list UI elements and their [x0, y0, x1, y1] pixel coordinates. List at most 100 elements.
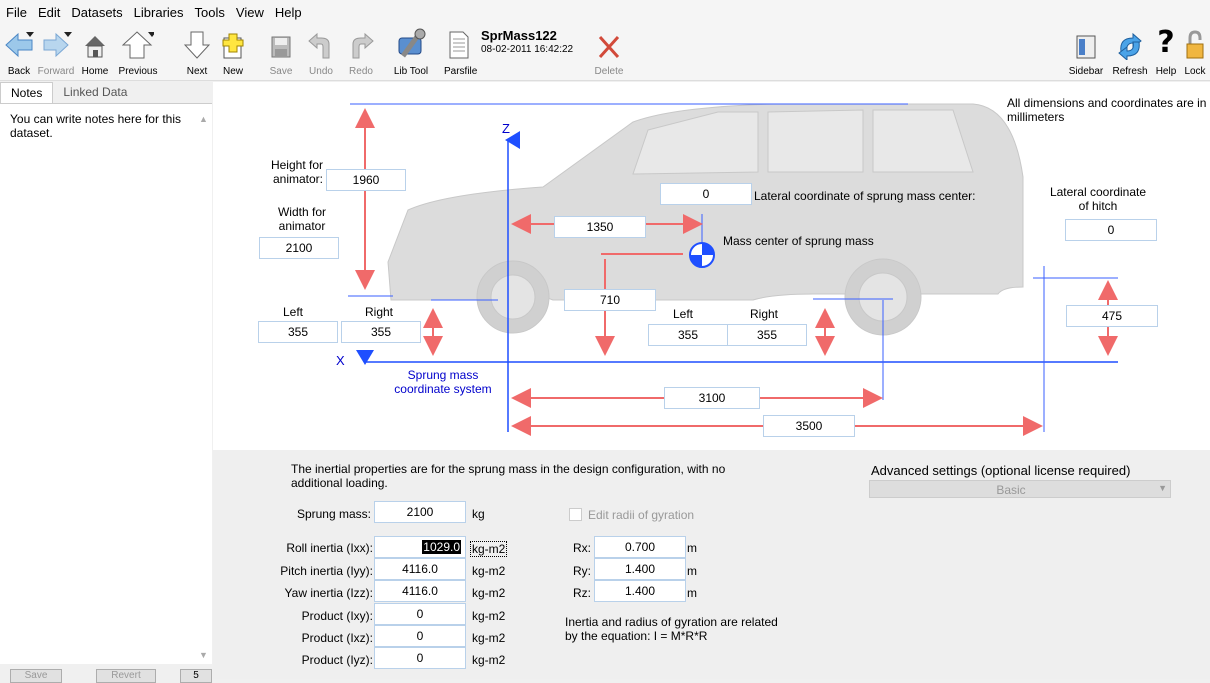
menu-edit[interactable]: Edit [38, 5, 60, 20]
notes-buttons: Save Revert 5 [0, 664, 212, 683]
inertia-panel: The inertial properties are for the spru… [213, 450, 1210, 679]
previous-button[interactable]: Previous [116, 26, 160, 77]
width-field[interactable]: 2100 [259, 237, 339, 259]
back-button[interactable]: Back [4, 26, 34, 77]
rear-right-label: Right [750, 307, 779, 321]
menu-view[interactable]: View [236, 5, 264, 20]
document-icon [444, 26, 474, 60]
height-label: Height for animator: [270, 158, 323, 186]
tab-notes[interactable]: Notes [0, 82, 54, 103]
down-arrow-icon [182, 26, 212, 60]
floppy-disk-icon [268, 26, 294, 60]
iyz-field[interactable]: 0 [374, 647, 466, 669]
dataset-timestamp: 08-02-2011 16:42:22 [481, 44, 574, 55]
ixx-unit: kg-m2 [470, 541, 508, 557]
ixz-label: Product (Ixz): [301, 631, 373, 645]
wrench-icon [392, 26, 430, 60]
coordinate-system-label: Sprung mass coordinate system [394, 368, 492, 396]
ixx-field[interactable]: 1029.0 [374, 536, 466, 558]
lateral-hitch-field[interactable]: 0 [1065, 219, 1157, 241]
cg-z-field[interactable]: 710 [564, 289, 656, 311]
front-left-field[interactable]: 355 [258, 321, 338, 343]
save-toolbar-button[interactable]: Save [268, 26, 294, 77]
width-label: Width for animator [277, 205, 326, 233]
menu-bar: File Edit Datasets Libraries Tools View … [0, 0, 1210, 24]
tab-linked-data[interactable]: Linked Data [53, 82, 137, 103]
delete-x-icon [592, 26, 626, 60]
back-arrow-icon [4, 26, 34, 60]
ixz-unit: kg-m2 [472, 631, 506, 645]
menu-tools[interactable]: Tools [195, 5, 225, 20]
parsfile-button[interactable]: Parsfile [444, 26, 477, 77]
notes-revert-button[interactable]: Revert [96, 669, 156, 683]
sidebar-button[interactable]: Sidebar [1068, 26, 1104, 77]
home-icon [80, 26, 110, 60]
lock-button[interactable]: Lock [1182, 26, 1208, 77]
advanced-settings-label: Advanced settings (optional license requ… [871, 463, 1131, 478]
notes-scrollbar[interactable]: ▲ ▼ [196, 106, 210, 662]
iyz-unit: kg-m2 [472, 653, 506, 667]
home-button[interactable]: Home [80, 26, 110, 77]
hitch-z-field[interactable]: 475 [1066, 305, 1158, 327]
undo-button[interactable]: Undo [306, 26, 336, 77]
help-button[interactable]: ? Help [1152, 25, 1180, 77]
front-right-label: Right [365, 305, 394, 319]
menu-libraries[interactable]: Libraries [134, 5, 184, 20]
new-button[interactable]: New [220, 26, 246, 77]
menu-datasets[interactable]: Datasets [71, 5, 122, 20]
new-dataset-icon [220, 26, 246, 60]
rz-field[interactable]: 1.400 [594, 580, 686, 602]
rear-right-field[interactable]: 355 [727, 324, 807, 346]
hitch-x-field[interactable]: 3500 [763, 415, 855, 437]
mass-field[interactable]: 2100 [374, 501, 466, 523]
front-right-field[interactable]: 355 [341, 321, 421, 343]
rx-field[interactable]: 0.700 [594, 536, 686, 558]
sidebar-icon [1068, 26, 1104, 60]
lib-tool-button[interactable]: Lib Tool [392, 26, 430, 77]
x-axis-label: X [336, 353, 345, 368]
scroll-up-icon[interactable]: ▲ [199, 114, 208, 124]
izz-field[interactable]: 4116.0 [374, 580, 466, 602]
left-panel: Notes Linked Data You can write notes he… [0, 82, 212, 683]
forward-button[interactable]: Forward [36, 26, 76, 77]
z-axis-label: Z [502, 121, 510, 136]
ry-field[interactable]: 1.400 [594, 558, 686, 580]
ry-unit: m [687, 564, 697, 578]
next-button[interactable]: Next [182, 26, 212, 77]
equation-note: Inertia and radius of gyration are relat… [565, 615, 778, 643]
dimensions-info: All dimensions and coordinates are in mi… [1007, 96, 1207, 124]
iyy-field[interactable]: 4116.0 [374, 558, 466, 580]
menu-file[interactable]: File [6, 5, 27, 20]
scroll-down-icon[interactable]: ▼ [199, 650, 208, 660]
iyy-unit: kg-m2 [472, 564, 506, 578]
wheelbase-field[interactable]: 3100 [664, 387, 760, 409]
notes-text[interactable]: You can write notes here for this datase… [10, 112, 196, 140]
notes-save-button[interactable]: Save [10, 669, 62, 683]
ry-label: Ry: [573, 564, 591, 578]
izz-unit: kg-m2 [472, 586, 506, 600]
forward-arrow-icon [36, 26, 76, 60]
delete-button[interactable]: Delete [592, 26, 626, 77]
lateral-cg-label: Lateral coordinate of sprung mass center… [754, 189, 976, 203]
advanced-settings-select[interactable]: Basic ▼ [869, 480, 1171, 498]
edit-radii-label: Edit radii of gyration [588, 508, 695, 522]
height-field[interactable]: 1960 [326, 169, 406, 191]
menu-help[interactable]: Help [275, 5, 302, 20]
refresh-button[interactable]: Refresh [1110, 26, 1150, 77]
ixy-field[interactable]: 0 [374, 603, 466, 625]
rear-left-field[interactable]: 355 [648, 324, 728, 346]
cg-x-field[interactable]: 1350 [554, 216, 646, 238]
ixz-field[interactable]: 0 [374, 625, 466, 647]
iyy-label: Pitch inertia (Iyy): [280, 564, 373, 578]
rx-label: Rx: [573, 541, 591, 555]
notes-extra-button[interactable]: 5 [180, 669, 212, 683]
lateral-cg-field[interactable]: 0 [660, 183, 752, 205]
redo-button[interactable]: Redo [346, 26, 376, 77]
rx-unit: m [687, 541, 697, 555]
dataset-title: SprMass122 [481, 28, 557, 43]
edit-radii-checkbox[interactable] [569, 508, 582, 521]
ixx-value: 1029.0 [422, 540, 461, 554]
inertia-intro: The inertial properties are for the spru… [291, 462, 726, 490]
redo-icon [346, 26, 376, 60]
chevron-down-icon: ▼ [1158, 483, 1167, 493]
